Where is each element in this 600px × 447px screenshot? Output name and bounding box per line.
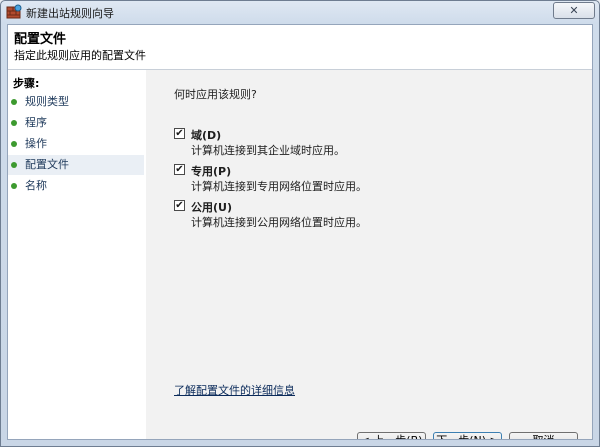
- learn-more-link[interactable]: 了解配置文件的详细信息: [174, 382, 295, 398]
- private-label[interactable]: 专用(P): [191, 163, 231, 179]
- step-label: 程序: [25, 116, 47, 129]
- steps-heading: 步骤:: [13, 77, 40, 90]
- next-button[interactable]: 下一步(N) >: [433, 432, 502, 439]
- back-button[interactable]: < 上一步(B): [357, 432, 426, 439]
- domain-checkbox[interactable]: ✔: [174, 128, 185, 139]
- green-bullet-icon: [11, 162, 17, 168]
- cancel-button[interactable]: 取消: [509, 432, 578, 439]
- checkmark-icon: ✔: [175, 164, 184, 175]
- green-bullet-icon: [11, 183, 17, 189]
- domain-label[interactable]: 域(D): [191, 127, 221, 143]
- main-content: 何时应用该规则? ✔ 域(D) 计算机连接到其企业域时应用。 ✔ 专用(P) 计…: [146, 70, 592, 439]
- step-label: 规则类型: [25, 95, 69, 108]
- domain-description: 计算机连接到其企业域时应用。: [191, 144, 345, 157]
- title-bar[interactable]: 新建出站规则向导 ✕: [1, 1, 599, 23]
- firewall-icon: [6, 4, 22, 19]
- checkmark-icon: ✔: [175, 200, 184, 211]
- step-item-profile[interactable]: 配置文件: [8, 155, 144, 175]
- wizard-window: 新建出站规则向导 ✕ 配置文件 指定此规则应用的配置文件 步骤: 规则类型 程序…: [0, 0, 600, 447]
- page-subtitle: 指定此规则应用的配置文件: [14, 49, 146, 62]
- checkmark-icon: ✔: [175, 128, 184, 139]
- private-description: 计算机连接到专用网络位置时应用。: [191, 180, 367, 193]
- public-label[interactable]: 公用(U): [191, 199, 232, 215]
- step-item-action[interactable]: 操作: [8, 134, 144, 154]
- step-item-name[interactable]: 名称: [8, 176, 144, 196]
- steps-sidebar: 步骤: 规则类型 程序 操作 配置文件 名称: [8, 70, 146, 439]
- green-bullet-icon: [11, 120, 17, 126]
- green-bullet-icon: [11, 141, 17, 147]
- question-text: 何时应用该规则?: [174, 88, 257, 101]
- public-checkbox[interactable]: ✔: [174, 200, 185, 211]
- step-label: 操作: [25, 137, 47, 150]
- window-title: 新建出站规则向导: [26, 7, 114, 20]
- green-bullet-icon: [11, 99, 17, 105]
- step-item-rule-type[interactable]: 规则类型: [8, 92, 144, 112]
- step-label: 名称: [25, 179, 47, 192]
- public-description: 计算机连接到公用网络位置时应用。: [191, 216, 367, 229]
- private-checkbox[interactable]: ✔: [174, 164, 185, 175]
- page-title: 配置文件: [14, 32, 67, 47]
- step-item-program[interactable]: 程序: [8, 113, 144, 133]
- close-icon: ✕: [569, 4, 579, 17]
- wizard-header: 配置文件 指定此规则应用的配置文件: [8, 25, 592, 70]
- wizard-client-area: 配置文件 指定此规则应用的配置文件 步骤: 规则类型 程序 操作 配置文件 名称…: [7, 24, 593, 440]
- close-button[interactable]: ✕: [553, 2, 595, 19]
- step-label: 配置文件: [25, 158, 69, 171]
